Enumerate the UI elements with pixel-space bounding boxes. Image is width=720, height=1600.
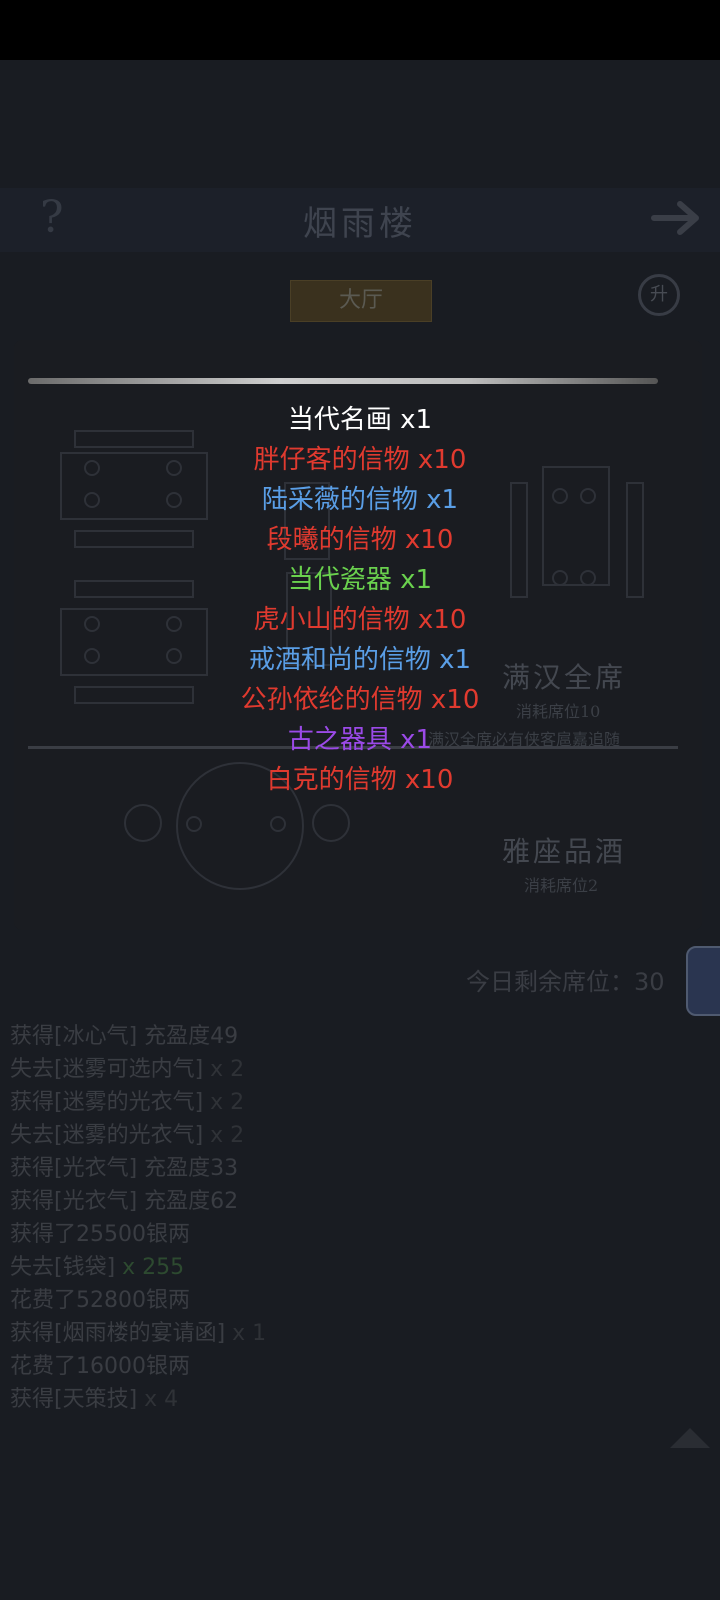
log-line: 获得[光衣气] 充盈度33 — [10, 1152, 710, 1185]
log-text: 获得[迷雾的光衣气] — [10, 1090, 204, 1115]
log-line: 花费了16000银两 — [10, 1350, 710, 1383]
log-line: 获得[烟雨楼的宴请函] x 1 — [10, 1317, 710, 1350]
reward-qty: x1 — [400, 725, 433, 755]
log-text: 获得[光衣气] 充盈度62 — [10, 1189, 239, 1214]
seat-option-2-title[interactable]: 雅座品酒 — [502, 830, 626, 870]
reward-name: 古之器具 — [287, 725, 392, 755]
log-qty: x 2 — [210, 1090, 245, 1115]
log-line: 获得[天策技] x 4 — [10, 1383, 710, 1416]
log-line: 获得[迷雾的光衣气] x 2 — [10, 1086, 710, 1119]
log-text: 获得[冰心气] 充盈度49 — [10, 1024, 239, 1049]
seat-dot — [186, 816, 202, 832]
stool — [312, 804, 350, 842]
status-bar — [0, 0, 720, 60]
log-text: 失去[迷雾的光衣气] — [10, 1123, 204, 1148]
reward-item: 胖仔客的信物 x10 — [0, 440, 720, 480]
reward-qty: x10 — [417, 445, 467, 475]
log-line: 获得了25500银两 — [10, 1218, 710, 1251]
reward-qty: x10 — [404, 765, 454, 795]
reward-name: 戒酒和尚的信物 — [248, 645, 431, 675]
log-qty: x 4 — [144, 1387, 179, 1412]
reward-item: 公孙依纶的信物 x10 — [0, 680, 720, 720]
reward-item: 戒酒和尚的信物 x1 — [0, 640, 720, 680]
log-line: 获得[冰心气] 充盈度49 — [10, 1020, 710, 1053]
upgrade-icon[interactable]: 升 — [638, 274, 680, 316]
stool — [124, 804, 162, 842]
reward-item: 陆采薇的信物 x1 — [0, 480, 720, 520]
divider-line — [28, 378, 658, 384]
seat-option-2-cost: 消耗席位2 — [524, 876, 599, 895]
reward-name: 虎小山的信物 — [253, 605, 410, 635]
log-line: 获得[光衣气] 充盈度62 — [10, 1185, 710, 1218]
log-qty: x 2 — [210, 1123, 245, 1148]
log-qty: x 255 — [122, 1255, 185, 1280]
log-text: 获得[光衣气] 充盈度33 — [10, 1156, 239, 1181]
log-text: 获得了25500银两 — [10, 1222, 190, 1247]
character-badge-icon[interactable] — [686, 946, 720, 1016]
remaining-seats: 今日剩余席位：30 — [466, 968, 665, 996]
log-text: 获得[烟雨楼的宴请函] — [10, 1321, 226, 1346]
log-line: 失去[钱袋] x 255 — [10, 1251, 710, 1284]
reward-name: 段曦的信物 — [266, 525, 397, 555]
reward-name: 陆采薇的信物 — [261, 485, 418, 515]
page-title: 烟雨楼 — [303, 204, 417, 244]
reward-item: 当代瓷器 x1 — [0, 560, 720, 600]
reward-item: 当代名画 x1 — [0, 400, 720, 440]
reward-qty: x10 — [417, 605, 467, 635]
reward-item: 段曦的信物 x10 — [0, 520, 720, 560]
log-qty: x 1 — [232, 1321, 267, 1346]
reward-name: 胖仔客的信物 — [253, 445, 410, 475]
log-text: 失去[迷雾可选内气] — [10, 1057, 204, 1082]
reward-name: 白克的信物 — [266, 765, 397, 795]
reward-item: 虎小山的信物 x10 — [0, 600, 720, 640]
log-line: 失去[迷雾可选内气] x 2 — [10, 1053, 710, 1086]
reward-name: 公孙依纶的信物 — [240, 685, 423, 715]
scroll-up-icon[interactable] — [670, 1428, 710, 1448]
reward-qty: x1 — [400, 565, 433, 595]
log-text: 失去[钱袋] — [10, 1255, 116, 1280]
reward-qty: x10 — [404, 525, 454, 555]
tab-hall[interactable]: 大厅 — [290, 280, 432, 322]
reward-name: 当代瓷器 — [287, 565, 392, 595]
seat-dot — [270, 816, 286, 832]
reward-item: 白克的信物 x10 — [0, 760, 720, 800]
arrow-right-icon[interactable] — [650, 196, 706, 240]
log-line: 花费了52800银两 — [10, 1284, 710, 1317]
reward-qty: x1 — [426, 485, 459, 515]
log-qty: x 2 — [210, 1057, 245, 1082]
reward-qty: x10 — [430, 685, 480, 715]
log-text: 花费了16000银两 — [10, 1354, 190, 1379]
log-text: 获得[天策技] — [10, 1387, 138, 1412]
log-line: 失去[迷雾的光衣气] x 2 — [10, 1119, 710, 1152]
reward-name: 当代名画 — [287, 405, 392, 435]
event-log: 获得[冰心气] 充盈度49 失去[迷雾可选内气] x 2 获得[迷雾的光衣气] … — [10, 1020, 710, 1416]
reward-qty: x1 — [400, 405, 433, 435]
log-text: 花费了52800银两 — [10, 1288, 190, 1313]
reward-list: 当代名画 x1 胖仔客的信物 x10 陆采薇的信物 x1 段曦的信物 x10 当… — [0, 400, 720, 800]
reward-qty: x1 — [439, 645, 472, 675]
reward-item: 古之器具 x1 — [0, 720, 720, 760]
